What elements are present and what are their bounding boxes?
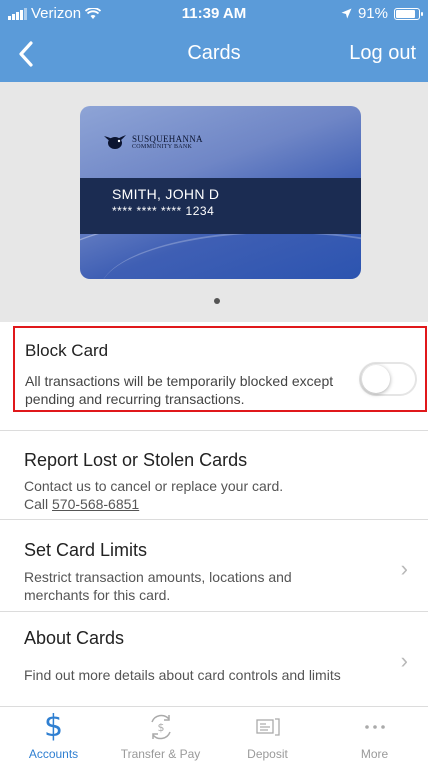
block-card-toggle[interactable] [359,362,417,396]
debit-card-image[interactable]: SUSQUEHANNA COMMUNITY BANK SMITH, JOHN D… [80,106,361,279]
tab-label: More [360,747,389,761]
about-cards-row[interactable]: About Cards Find out more details about … [0,611,428,706]
block-card-description: All transactions will be temporarily blo… [25,373,334,407]
app-header: Verizon 11:39 AM 91% Cards Log out [0,0,428,82]
report-title: Report Lost or Stolen Cards [24,450,248,470]
battery-percent: 91% [357,5,388,22]
bank-name: SUSQUEHANNA COMMUNITY BANK [132,134,203,151]
tab-deposit[interactable]: Deposit [214,707,321,765]
status-bar: Verizon 11:39 AM 91% [0,0,428,30]
battery-info: 91% [341,5,423,22]
page-indicator-dot [214,298,220,304]
about-title: About Cards [24,628,125,648]
card-carousel[interactable]: SUSQUEHANNA COMMUNITY BANK SMITH, JOHN D… [0,82,428,322]
logout-button[interactable]: Log out [349,42,416,65]
card-number: **** **** **** 1234 [112,204,215,218]
deposit-icon [214,713,321,741]
nav-bar: Cards Log out [0,30,428,82]
svg-text:$: $ [157,721,164,734]
limits-description: Restrict transaction amounts, locations … [24,569,292,603]
bank-logo: SUSQUEHANNA COMMUNITY BANK [102,132,203,152]
block-card-title: Block Card [25,341,109,360]
more-icon [321,713,428,741]
dollar-icon: $ [43,709,64,744]
bank-name-line1: SUSQUEHANNA [132,133,203,144]
report-lost-stolen-row[interactable]: Report Lost or Stolen Cards Contact us t… [0,430,428,518]
battery-icon [394,7,423,20]
chevron-right-icon: › [400,648,408,673]
limits-title: Set Card Limits [24,540,148,560]
transfer-icon: $ [107,713,214,741]
tab-bar: $ Accounts $ Transfer & Pay Deposit More [0,706,428,765]
tab-more[interactable]: More [321,707,428,765]
bank-name-line2: COMMUNITY BANK [132,143,193,150]
cardholder-name: SMITH, JOHN D [112,186,220,202]
tab-label: Deposit [247,747,288,761]
set-card-limits-row[interactable]: Set Card Limits Restrict transaction amo… [0,519,428,611]
report-description: Contact us to cancel or replace your car… [24,477,364,513]
phone-link[interactable]: 570-568-6851 [52,496,139,512]
call-label: Call [24,496,49,512]
eagle-logo-icon [104,135,126,149]
chevron-right-icon: › [400,556,408,581]
tab-accounts[interactable]: $ Accounts [0,707,107,765]
report-call-line: Call 570-568-6851 [24,495,364,513]
block-card-section: Block Card All transactions will be temp… [13,326,427,412]
toggle-knob [362,365,390,393]
location-icon [341,8,352,19]
report-line1: Contact us to cancel or replace your car… [24,478,284,494]
tab-label: Accounts [28,747,79,761]
tab-transfer-pay[interactable]: $ Transfer & Pay [107,707,214,765]
tab-label: Transfer & Pay [120,747,201,761]
about-description: Find out more details about card control… [24,667,341,683]
